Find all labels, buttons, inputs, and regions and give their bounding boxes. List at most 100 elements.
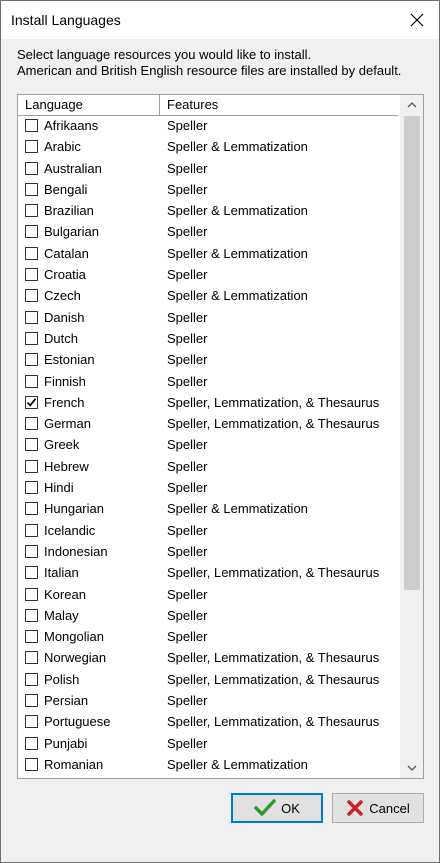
list-item[interactable]: Romanian Speller & Lemmatization — [18, 755, 398, 776]
scroll-down-button[interactable] — [401, 758, 423, 778]
list-item[interactable]: Icelandic Speller — [18, 521, 398, 542]
language-name: German — [44, 416, 91, 432]
list-item[interactable]: Catalan Speller & Lemmatization — [18, 244, 398, 265]
list-item[interactable]: Portuguese Speller, Lemmatization, & Thes… — [18, 712, 398, 733]
scroll-thumb[interactable] — [404, 116, 420, 590]
language-checkbox[interactable] — [25, 651, 38, 665]
ok-button[interactable]: OK — [231, 793, 323, 823]
list-item[interactable]: Persian Speller — [18, 691, 398, 712]
list-item[interactable]: Korean Speller — [18, 585, 398, 606]
language-checkbox[interactable] — [25, 182, 38, 196]
language-name: Croatia — [44, 267, 86, 283]
language-features: Speller — [167, 352, 208, 368]
cancel-button[interactable]: Cancel — [332, 793, 424, 823]
chevron-down-icon — [407, 765, 417, 771]
list-item[interactable]: Afrikaans Speller — [18, 116, 398, 137]
list-item[interactable]: Danish Speller — [18, 308, 398, 329]
language-name: Hebrew — [44, 458, 89, 474]
list-item[interactable]: Bengali Speller — [18, 180, 398, 201]
list-item[interactable]: Australian Speller — [18, 159, 398, 180]
scroll-up-button[interactable] — [401, 95, 423, 115]
list-item[interactable]: Hebrew Speller — [18, 457, 398, 478]
language-checkbox[interactable] — [25, 630, 38, 644]
language-features: Speller — [167, 522, 208, 538]
language-name: Korean — [44, 586, 86, 602]
language-list[interactable]: Language Features Afrikaans Speller Arabic… — [17, 94, 424, 779]
language-checkbox[interactable] — [25, 672, 38, 686]
list-item[interactable]: Croatia Speller — [18, 265, 398, 286]
language-name: Persian — [44, 693, 89, 709]
list-item[interactable]: French Speller, Lemmatization, & Thesauru… — [18, 393, 398, 414]
language-checkbox[interactable] — [25, 715, 38, 729]
language-checkbox[interactable] — [25, 395, 38, 409]
list-item[interactable]: Dutch Speller — [18, 329, 398, 350]
list-item[interactable]: Bulgarian Speller — [18, 222, 398, 243]
language-checkbox[interactable] — [25, 331, 38, 345]
language-checkbox[interactable] — [25, 310, 38, 324]
language-checkbox[interactable] — [25, 119, 38, 132]
language-features: Speller — [167, 586, 208, 602]
list-item[interactable]: Arabic Speller & Lemmatization — [18, 137, 398, 158]
language-checkbox[interactable] — [25, 523, 38, 537]
list-item[interactable]: Polish Speller, Lemmatization, & Thesauru… — [18, 670, 398, 691]
language-checkbox[interactable] — [25, 608, 38, 622]
language-features: Speller — [167, 543, 208, 559]
language-features: Speller, Lemmatization, & Thesaurus — [167, 565, 380, 581]
vertical-scrollbar[interactable] — [400, 95, 423, 778]
language-name: Greek — [44, 437, 80, 453]
language-features: Speller, Lemmatization, & Thesaurus — [167, 650, 380, 666]
language-features: Speller — [167, 437, 208, 453]
language-checkbox[interactable] — [25, 374, 38, 388]
language-checkbox[interactable] — [25, 587, 38, 601]
language-checkbox[interactable] — [25, 502, 38, 516]
list-item[interactable]: Greek Speller — [18, 435, 398, 456]
language-checkbox[interactable] — [25, 694, 38, 708]
list-item[interactable]: Czech Speller & Lemmatization — [18, 286, 398, 307]
language-name: Catalan — [44, 245, 89, 261]
checkmark-icon — [26, 398, 37, 407]
ok-button-label: OK — [281, 800, 300, 816]
list-item[interactable]: Norwegian Speller, Lemmatization, & Thesa… — [18, 648, 398, 669]
column-header-language[interactable]: Language — [18, 95, 160, 115]
language-checkbox[interactable] — [25, 566, 38, 580]
instructions-line-2: American and British English resource fi… — [17, 63, 402, 78]
list-item[interactable]: Indonesian Speller — [18, 542, 398, 563]
language-checkbox[interactable] — [25, 289, 38, 303]
language-checkbox[interactable] — [25, 204, 38, 218]
language-features: Speller — [167, 224, 208, 240]
list-item[interactable]: Finnish Speller — [18, 372, 398, 393]
list-item[interactable]: Malay Speller — [18, 606, 398, 627]
list-item[interactable]: German Speller, Lemmatization, & Thesauru… — [18, 414, 398, 435]
language-checkbox[interactable] — [25, 438, 38, 452]
language-name: Indonesian — [44, 543, 108, 559]
list-item[interactable]: Hungarian Speller & Lemmatization — [18, 499, 398, 520]
column-header-features[interactable]: Features — [160, 95, 398, 115]
close-button[interactable] — [395, 1, 439, 39]
list-item[interactable]: Italian Speller, Lemmatization, & Thesaur… — [18, 563, 398, 584]
language-checkbox[interactable] — [25, 246, 38, 260]
language-name: Hungarian — [44, 501, 104, 517]
language-checkbox[interactable] — [25, 757, 38, 771]
language-features: Speller — [167, 160, 208, 176]
language-checkbox[interactable] — [25, 736, 38, 750]
language-checkbox[interactable] — [25, 225, 38, 239]
list-item[interactable]: Estonian Speller — [18, 350, 398, 371]
language-checkbox[interactable] — [25, 417, 38, 431]
language-checkbox[interactable] — [25, 268, 38, 282]
language-name: Czech — [44, 288, 81, 304]
language-checkbox[interactable] — [25, 459, 38, 473]
list-item[interactable]: Punjabi Speller — [18, 734, 398, 755]
language-checkbox[interactable] — [25, 140, 38, 154]
language-checkbox[interactable] — [25, 161, 38, 175]
language-checkbox[interactable] — [25, 544, 38, 558]
list-item[interactable]: Mongolian Speller — [18, 627, 398, 648]
language-features: Speller — [167, 629, 208, 645]
language-name: Brazilian — [44, 203, 94, 219]
language-checkbox[interactable] — [25, 353, 38, 367]
window-title: Install Languages — [11, 12, 121, 28]
list-item[interactable]: Hindi Speller — [18, 478, 398, 499]
list-item[interactable]: Brazilian Speller & Lemmatization — [18, 201, 398, 222]
language-name: Hindi — [44, 480, 74, 496]
language-checkbox[interactable] — [25, 481, 38, 495]
language-name: Norwegian — [44, 650, 107, 666]
